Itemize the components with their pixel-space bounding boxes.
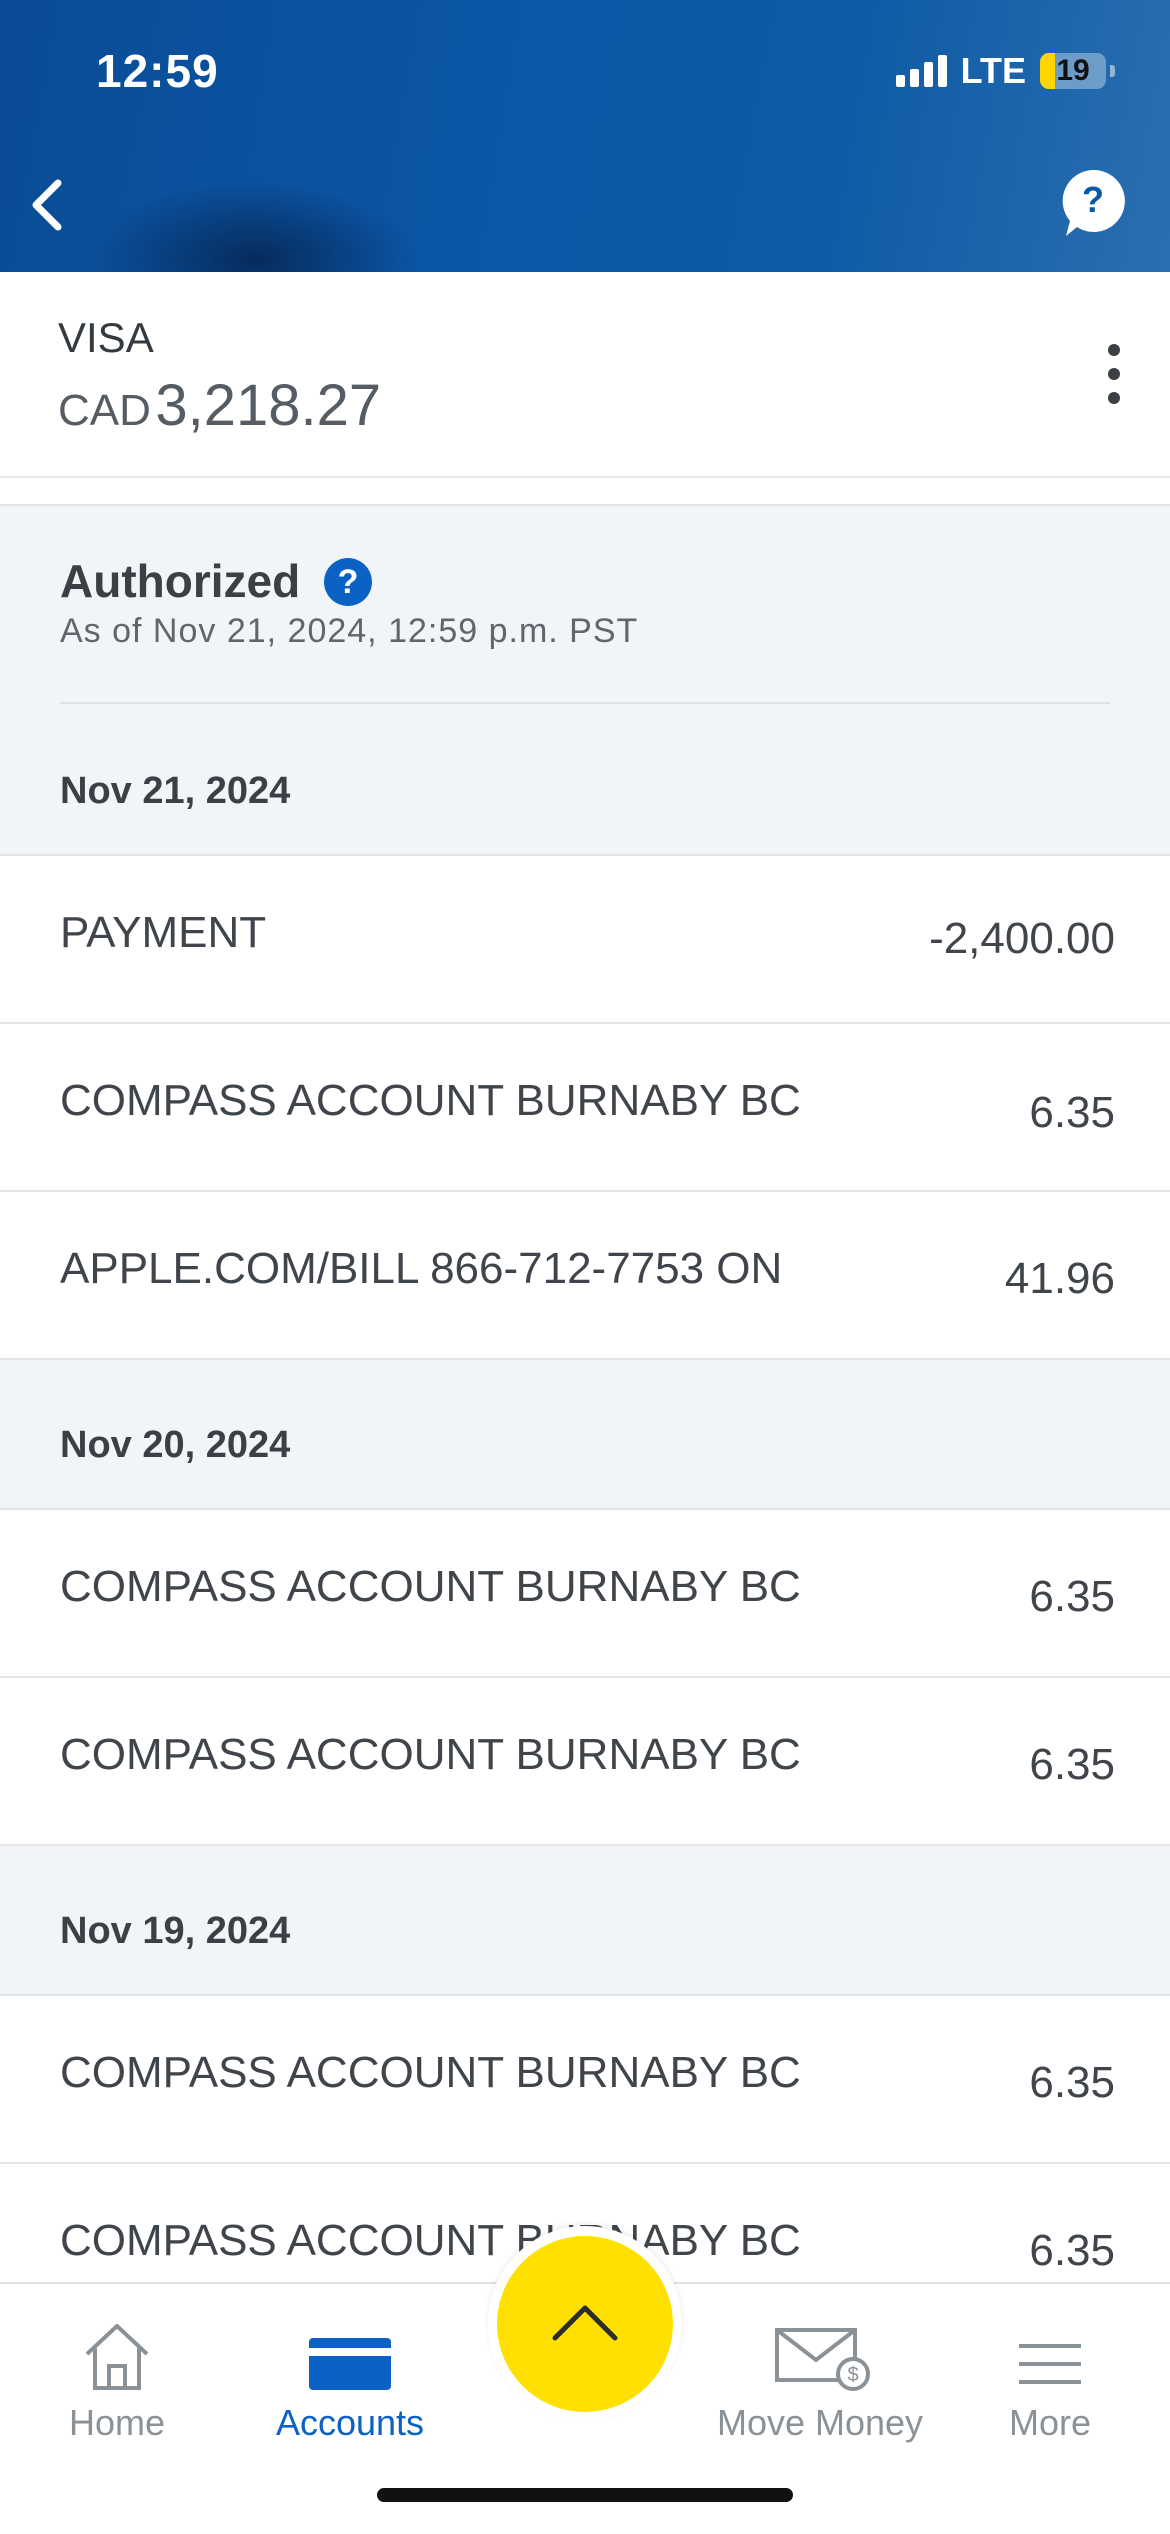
- tab-more[interactable]: More: [990, 2314, 1110, 2444]
- transaction-amount: 6.35: [1029, 1740, 1115, 1789]
- transaction-row[interactable]: COMPASS ACCOUNT BURNABY BC 6.35: [0, 1996, 1170, 2164]
- signal-icon: [895, 55, 947, 87]
- transaction-description: COMPASS ACCOUNT BURNABY BC: [60, 2048, 801, 2097]
- tab-accounts-label: Accounts: [275, 2402, 425, 2443]
- transaction-row[interactable]: APPLE.COM/BILL 866-712-7753 ON 41.96: [0, 1192, 1170, 1360]
- transaction-row[interactable]: COMPASS ACCOUNT BURNABY BC 6.35: [0, 1024, 1170, 1192]
- battery-icon: 19: [1040, 53, 1106, 89]
- transaction-description: COMPASS ACCOUNT BURNABY BC: [60, 1076, 801, 1125]
- transaction-description: APPLE.COM/BILL 866-712-7753 ON: [60, 1244, 783, 1293]
- transaction-description: COMPASS ACCOUNT BURNABY BC: [60, 1562, 801, 1611]
- home-indicator: [377, 2488, 793, 2502]
- back-button[interactable]: [20, 175, 80, 235]
- tab-accounts[interactable]: Accounts: [260, 2314, 440, 2444]
- tab-home-label: Home: [68, 2402, 166, 2443]
- status-time: 12:59: [96, 45, 219, 97]
- authorized-title: Authorized: [60, 555, 301, 607]
- section-gap: [0, 478, 1170, 507]
- app-header: 12:59 LTE 19 ?: [0, 0, 1170, 272]
- envelope-dollar-icon: $: [775, 2328, 870, 2391]
- authorized-help-icon[interactable]: ?: [324, 558, 372, 606]
- home-icon: [85, 2324, 149, 2390]
- date-header: Nov 21, 2024: [60, 770, 291, 812]
- transaction-amount: 6.35: [1029, 2226, 1115, 2275]
- svg-text:?: ?: [1082, 179, 1104, 220]
- svg-text:$: $: [847, 2364, 858, 2386]
- transaction-row[interactable]: PAYMENT -2,400.00: [0, 856, 1170, 1024]
- account-name: VISA: [58, 314, 154, 361]
- date-label: Nov 19, 2024: [60, 1910, 291, 1952]
- transaction-amount: 6.35: [1029, 2058, 1115, 2107]
- tab-move-money-label: Move Money: [716, 2402, 924, 2443]
- transaction-description: PAYMENT: [60, 908, 267, 957]
- account-summary: VISA CAD 3,218.27: [0, 272, 1170, 478]
- kebab-menu-icon[interactable]: [1104, 344, 1124, 404]
- network-type: LTE: [960, 50, 1026, 91]
- transaction-row[interactable]: COMPASS ACCOUNT BURNABY BC 6.35: [0, 1678, 1170, 1846]
- transaction-description: COMPASS ACCOUNT BURNABY BC: [60, 2216, 801, 2265]
- tab-more-label: More: [1008, 2402, 1092, 2443]
- date-label: Nov 20, 2024: [60, 1424, 291, 1466]
- transaction-amount: 6.35: [1029, 1088, 1115, 1137]
- menu-lines-icon: [1019, 2344, 1081, 2384]
- transaction-amount: -2,400.00: [929, 914, 1115, 963]
- card-icon: [309, 2338, 391, 2390]
- battery-level: 19: [1056, 54, 1090, 87]
- help-button[interactable]: ?: [1060, 168, 1126, 240]
- expand-fab-button[interactable]: [497, 2236, 673, 2412]
- authorized-section: Authorized ? As of Nov 21, 2024, 12:59 p…: [0, 506, 1170, 856]
- authorized-timestamp: As of Nov 21, 2024, 12:59 p.m. PST: [60, 612, 639, 650]
- account-balance: CAD 3,218.27: [58, 372, 381, 439]
- chevron-left-icon: [32, 179, 62, 231]
- tab-home[interactable]: Home: [42, 2314, 192, 2444]
- transaction-amount: 41.96: [1004, 1254, 1115, 1303]
- transaction-amount: 6.35: [1029, 1572, 1115, 1621]
- balance-currency: CAD: [58, 386, 151, 435]
- date-header: Nov 19, 2024: [0, 1846, 1170, 1996]
- chevron-up-icon: [552, 2305, 618, 2341]
- divider: [60, 702, 1110, 704]
- balance-amount: 3,218.27: [155, 373, 382, 438]
- transaction-row[interactable]: COMPASS ACCOUNT BURNABY BC 6.35: [0, 1510, 1170, 1678]
- date-header: Nov 20, 2024: [0, 1360, 1170, 1510]
- transaction-description: COMPASS ACCOUNT BURNABY BC: [60, 1730, 801, 1779]
- help-bubble-icon: ?: [1062, 169, 1125, 236]
- status-indicators: LTE 19: [895, 50, 1115, 92]
- tab-move-money[interactable]: $ Move Money: [700, 2314, 940, 2444]
- header-shade: [90, 180, 420, 272]
